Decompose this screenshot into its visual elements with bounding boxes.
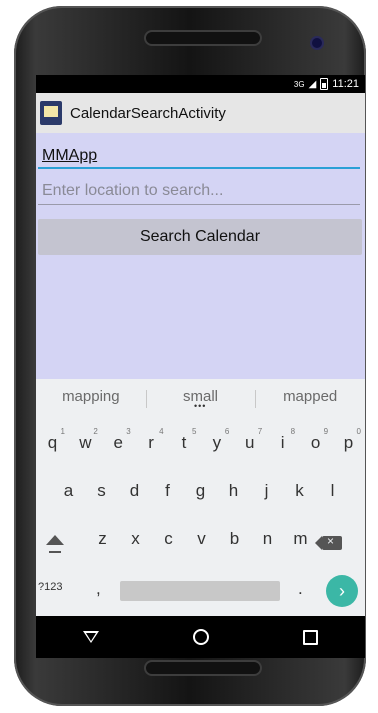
keyboard-row-3: z x c v b n m × — [36, 529, 365, 559]
period-key[interactable]: . — [298, 579, 303, 599]
signal-icon: 3G — [293, 79, 305, 89]
key-label: t — [181, 433, 187, 452]
status-bar: 3G ◢ 11:21 — [36, 75, 365, 93]
key-r[interactable]: 4r — [135, 427, 168, 453]
key-f[interactable]: f — [151, 481, 184, 501]
key-c[interactable]: c — [152, 529, 185, 559]
key-label: w — [79, 433, 92, 452]
key-j[interactable]: j — [250, 481, 283, 501]
key-u[interactable]: 7u — [233, 427, 266, 453]
soft-keyboard: mapping small mapped ••• 1q 2w 3e 4r 5t … — [36, 379, 365, 616]
key-label: r — [148, 433, 154, 452]
key-l[interactable]: l — [316, 481, 349, 501]
key-label: e — [113, 433, 123, 452]
key-x[interactable]: x — [119, 529, 152, 559]
key-w[interactable]: 2w — [69, 427, 102, 453]
key-label: p — [343, 433, 354, 452]
key-m[interactable]: m — [284, 529, 317, 559]
key-label: o — [310, 433, 321, 452]
location-input[interactable]: Enter location to search... — [38, 177, 360, 205]
calendar-app-icon — [40, 101, 62, 125]
key-label: y — [212, 433, 222, 452]
key-hint: 7 — [257, 427, 263, 436]
shift-lock-bar — [49, 551, 61, 553]
key-hint: 4 — [159, 427, 164, 436]
key-z[interactable]: z — [86, 529, 119, 559]
keyboard-row-1: 1q 2w 3e 4r 5t 6y 7u 8i 9o 0p — [36, 427, 365, 453]
key-o[interactable]: 9o — [299, 427, 332, 453]
enter-key[interactable]: › — [326, 575, 358, 607]
more-suggestions-icon[interactable]: ••• — [194, 401, 206, 411]
key-hint: 0 — [356, 427, 361, 436]
suggestion-item[interactable]: mapped — [255, 388, 365, 408]
navigation-bar — [36, 616, 365, 658]
back-triangle-icon[interactable] — [83, 631, 99, 643]
key-k[interactable]: k — [283, 481, 316, 501]
shift-key[interactable] — [36, 529, 86, 559]
key-b[interactable]: b — [218, 529, 251, 559]
key-hint: 6 — [224, 427, 230, 436]
key-h[interactable]: h — [217, 481, 250, 501]
key-g[interactable]: g — [184, 481, 217, 501]
recents-square-icon[interactable] — [303, 629, 318, 645]
arrow-right-icon: › — [339, 581, 345, 601]
comma-key[interactable]: , — [96, 579, 101, 599]
suggestion-item[interactable]: mapping — [36, 388, 146, 405]
backspace-icon[interactable]: × — [315, 534, 342, 550]
key-p[interactable]: 0p — [332, 427, 365, 453]
key-e[interactable]: 3e — [102, 427, 135, 453]
bottom-speaker — [144, 660, 262, 676]
shift-icon — [46, 535, 64, 545]
name-input[interactable]: MMApp — [38, 143, 360, 169]
app-title: CalendarSearchActivity — [70, 104, 226, 122]
screen: 3G ◢ 11:21 CalendarSearchActivity MMApp … — [36, 75, 365, 658]
front-camera — [310, 36, 324, 50]
main-content: MMApp Enter location to search... Search… — [36, 133, 365, 379]
key-y[interactable]: 6y — [200, 427, 233, 453]
key-n[interactable]: n — [251, 529, 284, 559]
earpiece-speaker — [144, 30, 262, 46]
symbols-key[interactable]: ?123 — [38, 581, 62, 593]
battery-icon — [320, 78, 329, 90]
key-label: i — [280, 433, 285, 452]
key-label: u — [245, 433, 255, 452]
key-t[interactable]: 5t — [168, 427, 201, 453]
key-q[interactable]: 1q — [36, 427, 69, 453]
signal-strength-icon: ◢ — [308, 78, 317, 90]
name-input-value: MMApp — [42, 147, 98, 164]
home-circle-icon[interactable] — [193, 629, 209, 645]
key-d[interactable]: d — [118, 481, 151, 501]
key-hint: 3 — [126, 427, 131, 436]
key-a[interactable]: a — [52, 481, 85, 501]
key-hint: 2 — [93, 427, 98, 436]
key-s[interactable]: s — [85, 481, 118, 501]
key-v[interactable]: v — [185, 529, 218, 559]
keyboard-row-2: a s d f g h j k l — [36, 481, 365, 501]
keyboard-row-4: ?123 , . › — [36, 573, 365, 609]
search-calendar-button[interactable]: Search Calendar — [38, 219, 362, 255]
key-label: q — [47, 433, 58, 452]
key-hint: 5 — [192, 427, 197, 436]
key-hint: 1 — [60, 427, 65, 436]
key-hint: 9 — [323, 427, 329, 436]
app-bar: CalendarSearchActivity — [36, 93, 365, 133]
spacebar[interactable] — [120, 581, 280, 601]
key-i[interactable]: 8i — [266, 427, 299, 453]
key-hint: 8 — [290, 427, 296, 436]
clock: 11:21 — [332, 78, 359, 90]
